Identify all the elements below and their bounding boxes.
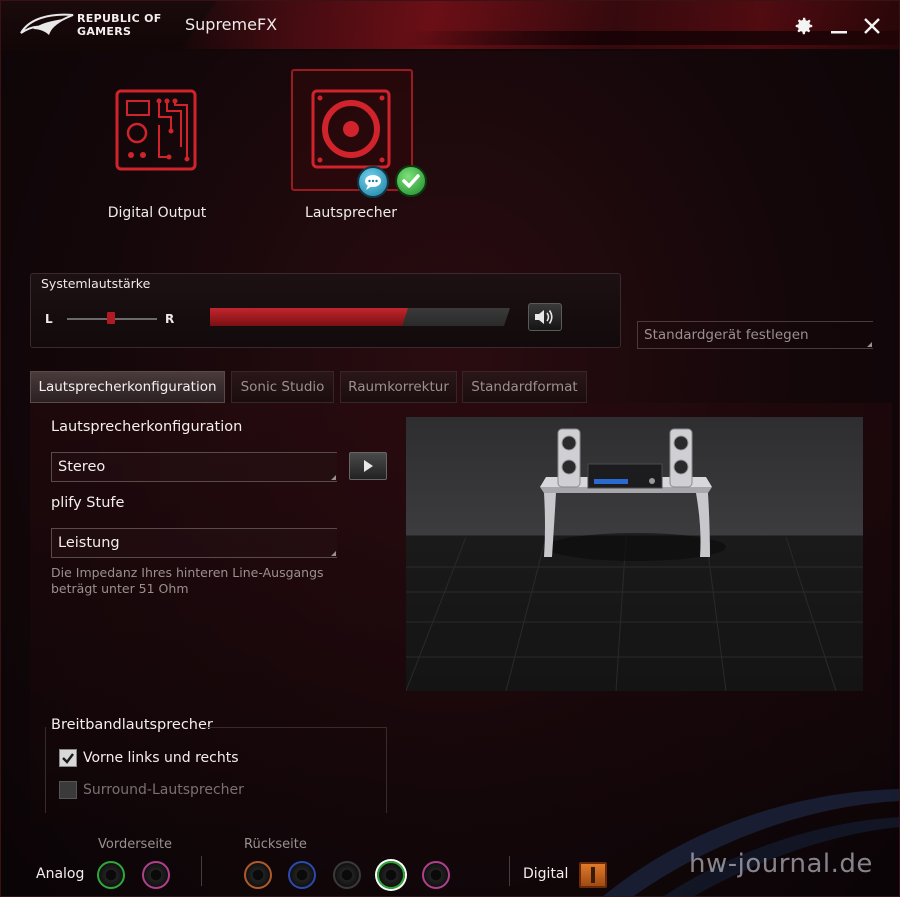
broadband-speaker-group [45, 727, 387, 813]
jack-rear-black[interactable] [333, 861, 361, 889]
mute-button[interactable] [528, 303, 562, 331]
jack-front-pink[interactable] [142, 861, 170, 889]
device-label-lautsprecher: Lautsprecher [305, 205, 397, 221]
minimize-button[interactable] [826, 13, 852, 39]
supremefx-window: REPUBLIC OF GAMERS SupremeFX Digital Out… [0, 0, 900, 897]
amplify-level-select[interactable]: Leistung [51, 528, 337, 558]
digital-label: Digital [523, 866, 569, 882]
amplify-level-value: Leistung [58, 535, 120, 551]
device-digital-output[interactable] [97, 69, 219, 191]
set-default-device-button[interactable]: Standardgerät festlegen [637, 321, 873, 349]
tab-raumkorrektur[interactable]: Raumkorrektur [340, 371, 457, 403]
jack-rear-green-active[interactable] [377, 861, 405, 889]
surround-label: Surround-Lautsprecher [83, 782, 244, 798]
analog-label: Analog [36, 866, 85, 882]
system-volume-title: Systemlautstärke [41, 276, 151, 291]
jack-rear-orange[interactable] [244, 861, 272, 889]
jack-front-green[interactable] [97, 861, 125, 889]
title-bar: REPUBLIC OF GAMERS SupremeFX [1, 1, 899, 51]
balance-left-label: L [45, 312, 53, 326]
brand-text: REPUBLIC OF GAMERS [77, 12, 162, 38]
speaker-icon [311, 89, 391, 169]
system-volume-panel: Systemlautstärke L R [30, 273, 621, 348]
watermark-text: hw-journal.de [689, 849, 873, 879]
check-icon [62, 753, 74, 764]
chat-bubble-icon[interactable] [357, 166, 389, 198]
device-lautsprecher[interactable] [291, 69, 413, 191]
front-lr-label: Vorne links und rechts [83, 750, 239, 766]
tab-lautsprecherkonfiguration[interactable]: Lautsprecherkonfiguration [30, 371, 225, 403]
tab-standardformat[interactable]: Standardformat [462, 371, 587, 403]
gear-icon [795, 17, 813, 35]
amplify-level-label: plify Stufe [51, 495, 125, 511]
play-icon [364, 460, 373, 472]
speaker-config-select[interactable]: Stereo [51, 452, 337, 482]
front-panel-label: Vorderseite [98, 837, 173, 852]
motherboard-icon [115, 89, 197, 171]
brand-line2: GAMERS [77, 25, 132, 38]
checkmark-icon [395, 165, 427, 197]
balance-slider-thumb[interactable] [107, 312, 115, 324]
balance-right-label: R [165, 312, 175, 326]
volume-slider[interactable] [210, 308, 510, 326]
speaker-preview-scene [406, 417, 863, 691]
brand-line1: REPUBLIC OF [77, 12, 162, 25]
digital-spdif-port-icon[interactable] [579, 862, 607, 888]
device-label-digital-output: Digital Output [107, 205, 207, 221]
front-lr-checkbox[interactable] [59, 749, 77, 767]
speaker-volume-icon [535, 310, 553, 324]
app-title: SupremeFX [185, 15, 278, 34]
rog-eye-logo-icon [20, 13, 74, 35]
jack-rear-blue[interactable] [288, 861, 316, 889]
speaker-config-value: Stereo [58, 459, 106, 475]
close-button[interactable] [859, 13, 885, 39]
volume-slider-fill [210, 308, 408, 326]
front-lr-checkbox-row[interactable]: Vorne links und rechts [59, 749, 239, 767]
play-test-button[interactable] [349, 452, 387, 480]
tab-sonic-studio[interactable]: Sonic Studio [231, 371, 334, 403]
room-preview-image [406, 428, 863, 691]
settings-button[interactable] [791, 13, 817, 39]
impedance-hint: Die Impedanz Ihres hinteren Line-Ausgang… [51, 565, 324, 596]
rear-panel-label: Rückseite [244, 837, 307, 852]
set-default-device-label: Standardgerät festlegen [644, 327, 809, 343]
surround-checkbox-row[interactable]: Surround-Lautsprecher [59, 781, 244, 799]
minimize-icon [831, 31, 847, 34]
close-icon [864, 18, 880, 34]
surround-checkbox[interactable] [59, 781, 77, 799]
speaker-config-label: Lautsprecherkonfiguration [51, 419, 243, 435]
jack-rear-pink[interactable] [422, 861, 450, 889]
